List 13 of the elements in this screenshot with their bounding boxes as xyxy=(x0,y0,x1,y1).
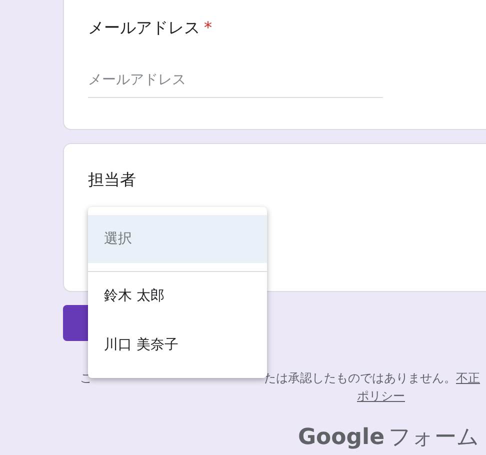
brand-logo: Google xyxy=(298,425,384,450)
footer-link[interactable]: 不正 xyxy=(456,369,480,387)
dropdown-option[interactable]: 選択 xyxy=(88,215,267,263)
text-input-field[interactable]: メールアドレス xyxy=(88,66,383,98)
question-title: 担当者 xyxy=(88,169,137,191)
required-asterisk: * xyxy=(204,17,212,39)
footer-link[interactable]: ポリシー xyxy=(357,389,405,403)
brand-product: フォーム xyxy=(388,425,480,450)
dropdown-option[interactable]: 鈴木 太郎 xyxy=(88,272,267,321)
footer-text: たは承認したものではありません。 xyxy=(264,370,456,387)
question-title: メールアドレス xyxy=(88,17,200,39)
footer-text: こ xyxy=(80,370,92,387)
dropdown-option[interactable]: 川口 美奈子 xyxy=(88,321,267,370)
